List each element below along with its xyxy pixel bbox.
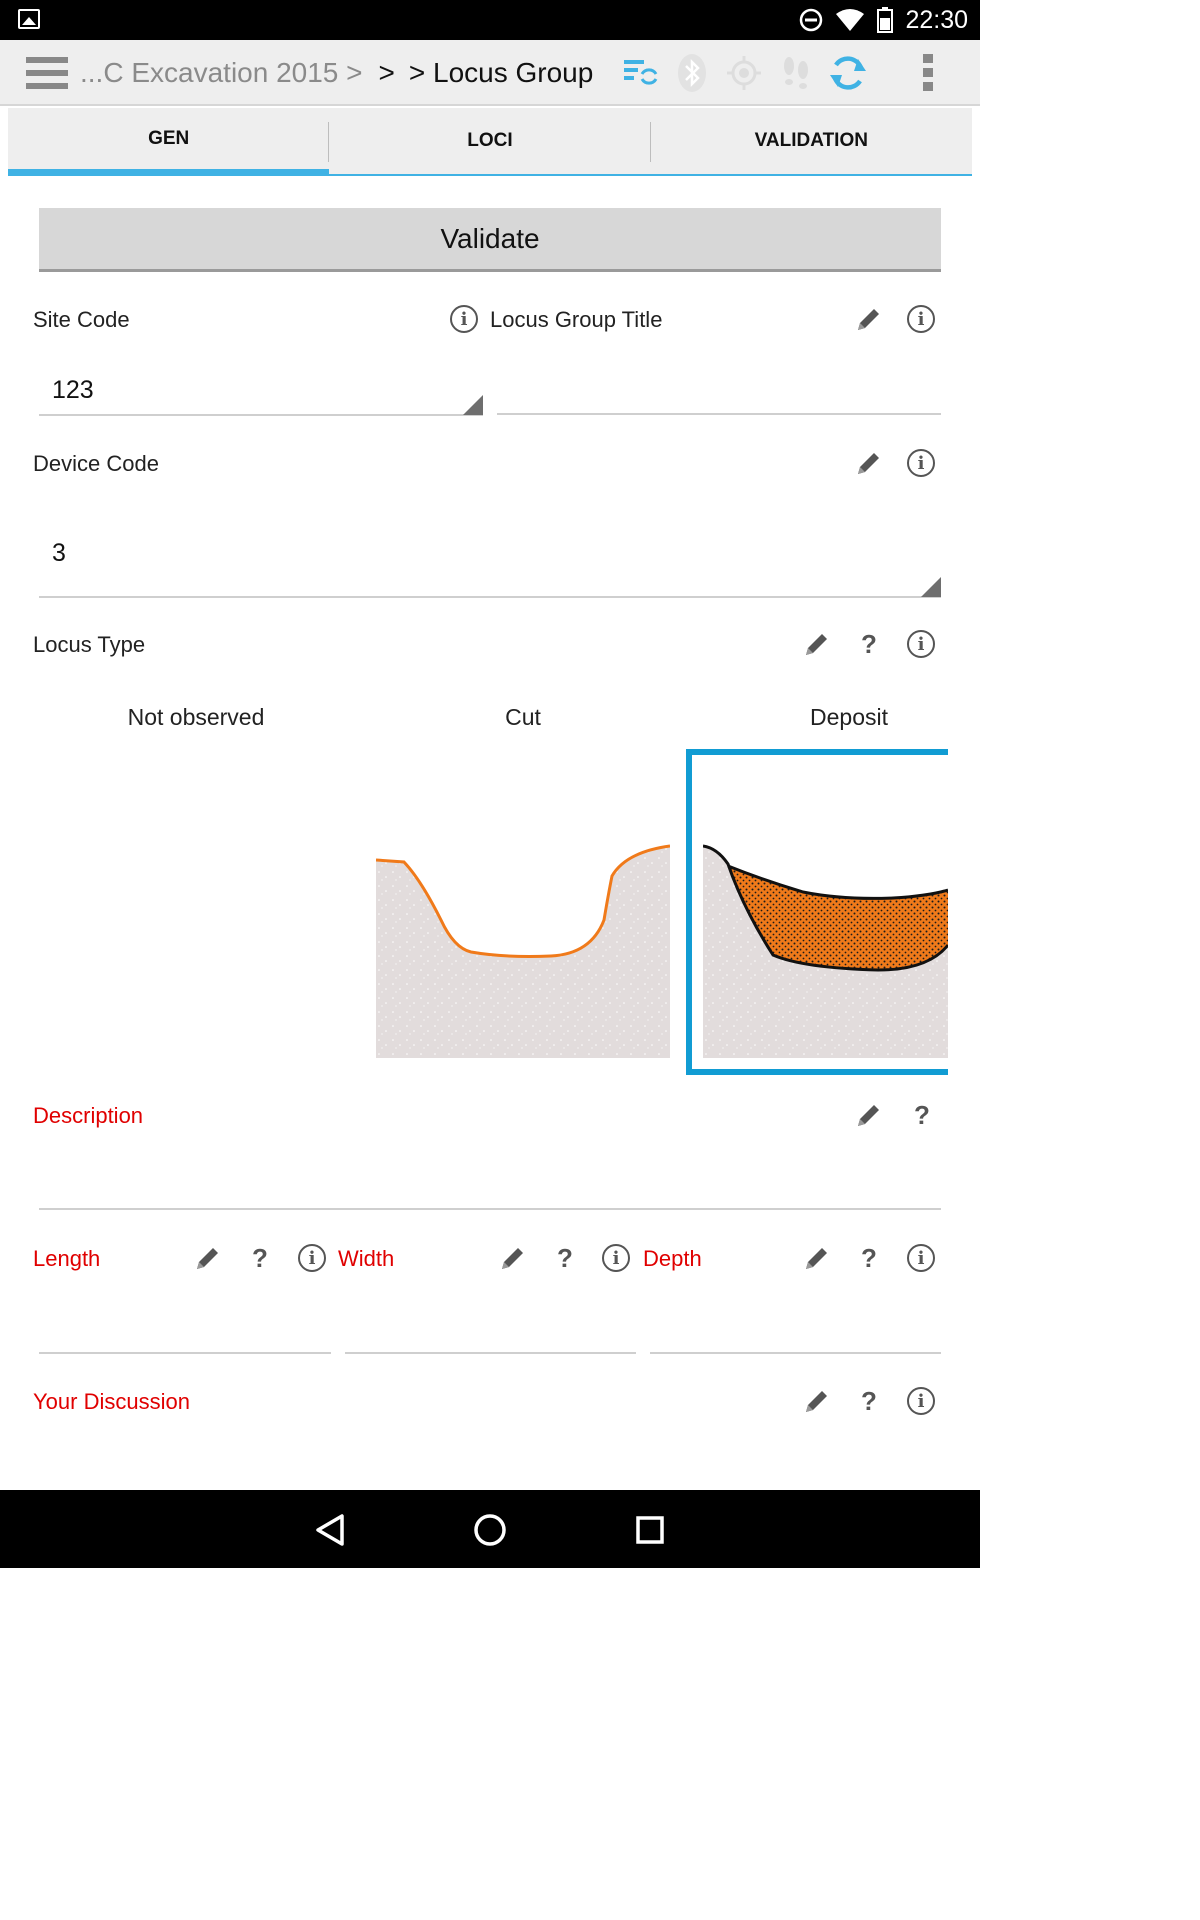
tab-gen[interactable]: GEN (8, 108, 330, 176)
width-label: Width (338, 1246, 395, 1271)
locus-group-title-label: Locus Group Title (490, 307, 663, 332)
clock: 22:30 (905, 5, 968, 34)
help-icon[interactable]: ? (245, 1243, 275, 1273)
info-icon[interactable]: i (907, 1244, 935, 1272)
home-icon[interactable] (470, 1510, 510, 1550)
navigation-bar (0, 1490, 980, 1568)
pencil-icon[interactable] (498, 1243, 528, 1273)
discussion-label: Your Discussion (33, 1389, 190, 1414)
tab-loci[interactable]: LOCI (329, 108, 651, 176)
gallery-icon (18, 9, 40, 29)
refresh-icon[interactable] (828, 53, 868, 93)
deposit-diagram-image[interactable] (703, 840, 948, 1060)
action-bar: ...C Excavation 2015 > > > Locus Group (0, 40, 980, 106)
back-icon[interactable] (310, 1510, 350, 1550)
pencil-icon[interactable] (802, 1243, 832, 1273)
pencil-icon[interactable] (854, 448, 884, 478)
site-code-label: Site Code (33, 307, 130, 332)
device-code-field[interactable]: 3 (52, 539, 66, 568)
info-icon[interactable]: i (907, 630, 935, 658)
tab-bar: GEN LOCI VALIDATION (8, 108, 972, 176)
info-icon[interactable]: i (907, 1387, 935, 1415)
wifi-icon (836, 9, 865, 31)
dnd-icon (800, 8, 823, 32)
depth-label: Depth (643, 1246, 702, 1271)
gps-icon[interactable] (724, 53, 764, 93)
help-icon[interactable]: ? (907, 1100, 937, 1130)
length-label: Length (33, 1246, 101, 1271)
help-icon[interactable]: ? (854, 1243, 884, 1273)
pencil-icon[interactable] (854, 304, 884, 334)
hamburger-menu-icon[interactable] (26, 57, 68, 89)
info-icon[interactable]: i (907, 305, 935, 333)
breadcrumb-parent[interactable]: ...C Excavation 2015 > (80, 57, 363, 89)
dropdown-corner-icon (921, 577, 941, 597)
recents-icon[interactable] (630, 1510, 670, 1550)
info-icon[interactable]: i (450, 305, 478, 333)
cut-diagram-image[interactable] (376, 840, 670, 1060)
option-not-observed[interactable]: Not observed (46, 704, 346, 731)
status-bar: 22:30 (0, 0, 980, 40)
footsteps-icon[interactable] (776, 53, 816, 93)
info-icon[interactable]: i (298, 1244, 326, 1272)
device-code-label: Device Code (33, 451, 159, 476)
info-icon[interactable]: i (907, 449, 935, 477)
validate-button[interactable]: Validate (39, 208, 941, 272)
pencil-icon[interactable] (854, 1100, 884, 1130)
option-deposit[interactable]: Deposit (699, 704, 980, 731)
battery-icon (877, 7, 894, 33)
tab-validation-label: VALIDATION (754, 130, 868, 151)
help-icon[interactable]: ? (550, 1243, 580, 1273)
tab-validation[interactable]: VALIDATION (650, 108, 972, 176)
breadcrumb: ...C Excavation 2015 > > > Locus Group (80, 40, 593, 106)
help-icon[interactable]: ? (854, 1386, 884, 1416)
description-label: Description (33, 1103, 144, 1128)
pencil-icon[interactable] (802, 629, 832, 659)
help-icon[interactable]: ? (854, 629, 884, 659)
pencil-icon[interactable] (193, 1243, 223, 1273)
option-cut[interactable]: Cut (373, 704, 673, 731)
tab-gen-label: GEN (148, 127, 190, 149)
breadcrumb-current: > Locus Group (408, 57, 594, 88)
locus-type-label: Locus Type (33, 632, 146, 657)
site-code-field[interactable]: 123 (52, 376, 94, 405)
info-icon[interactable]: i (602, 1244, 630, 1272)
dropdown-corner-icon (463, 395, 483, 415)
sync-list-icon[interactable] (620, 53, 660, 93)
breadcrumb-separator: > (378, 57, 395, 88)
overflow-menu-icon[interactable] (908, 53, 948, 93)
app-screen: 22:30 ...C Excavation 2015 > > > Locus G… (0, 0, 980, 1568)
pencil-icon[interactable] (802, 1386, 832, 1416)
bluetooth-icon[interactable] (672, 53, 712, 93)
tab-loci-label: LOCI (467, 130, 513, 151)
